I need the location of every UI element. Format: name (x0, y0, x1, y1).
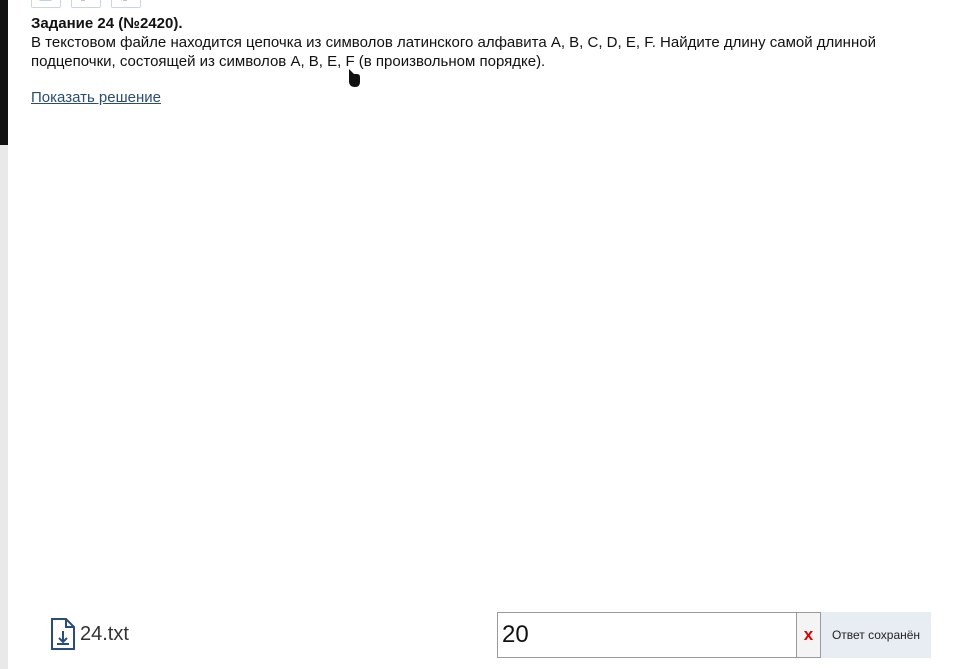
task-page: Задание 24 (№2420). В текстовом файле на… (0, 0, 968, 669)
clear-answer-button[interactable]: x (797, 612, 821, 658)
file-name: 24.txt (80, 622, 129, 645)
task-block: Задание 24 (№2420). В текстовом файле на… (31, 14, 951, 107)
file-download-link[interactable]: 24.txt (50, 618, 129, 650)
task-title: Задание 24 (№2420). (31, 15, 183, 32)
left-accent-bar (0, 0, 8, 145)
mouse-cursor-icon (349, 69, 360, 87)
left-gutter (0, 145, 8, 669)
task-text-line-1: В текстовом файле находится цепочка из с… (31, 34, 876, 51)
copy-icon[interactable] (31, 0, 61, 8)
answer-saved-status: Ответ сохранён (821, 612, 931, 658)
edit-icon[interactable] (111, 0, 141, 8)
arrow-back-icon[interactable] (71, 0, 101, 8)
show-solution-link[interactable]: Показать решение (31, 89, 161, 106)
answer-input[interactable] (497, 612, 797, 658)
download-file-icon (51, 618, 75, 650)
task-text-line-2: подцепочки, состоящей из символов A, B, … (31, 53, 546, 70)
top-toolbar (31, 0, 141, 8)
